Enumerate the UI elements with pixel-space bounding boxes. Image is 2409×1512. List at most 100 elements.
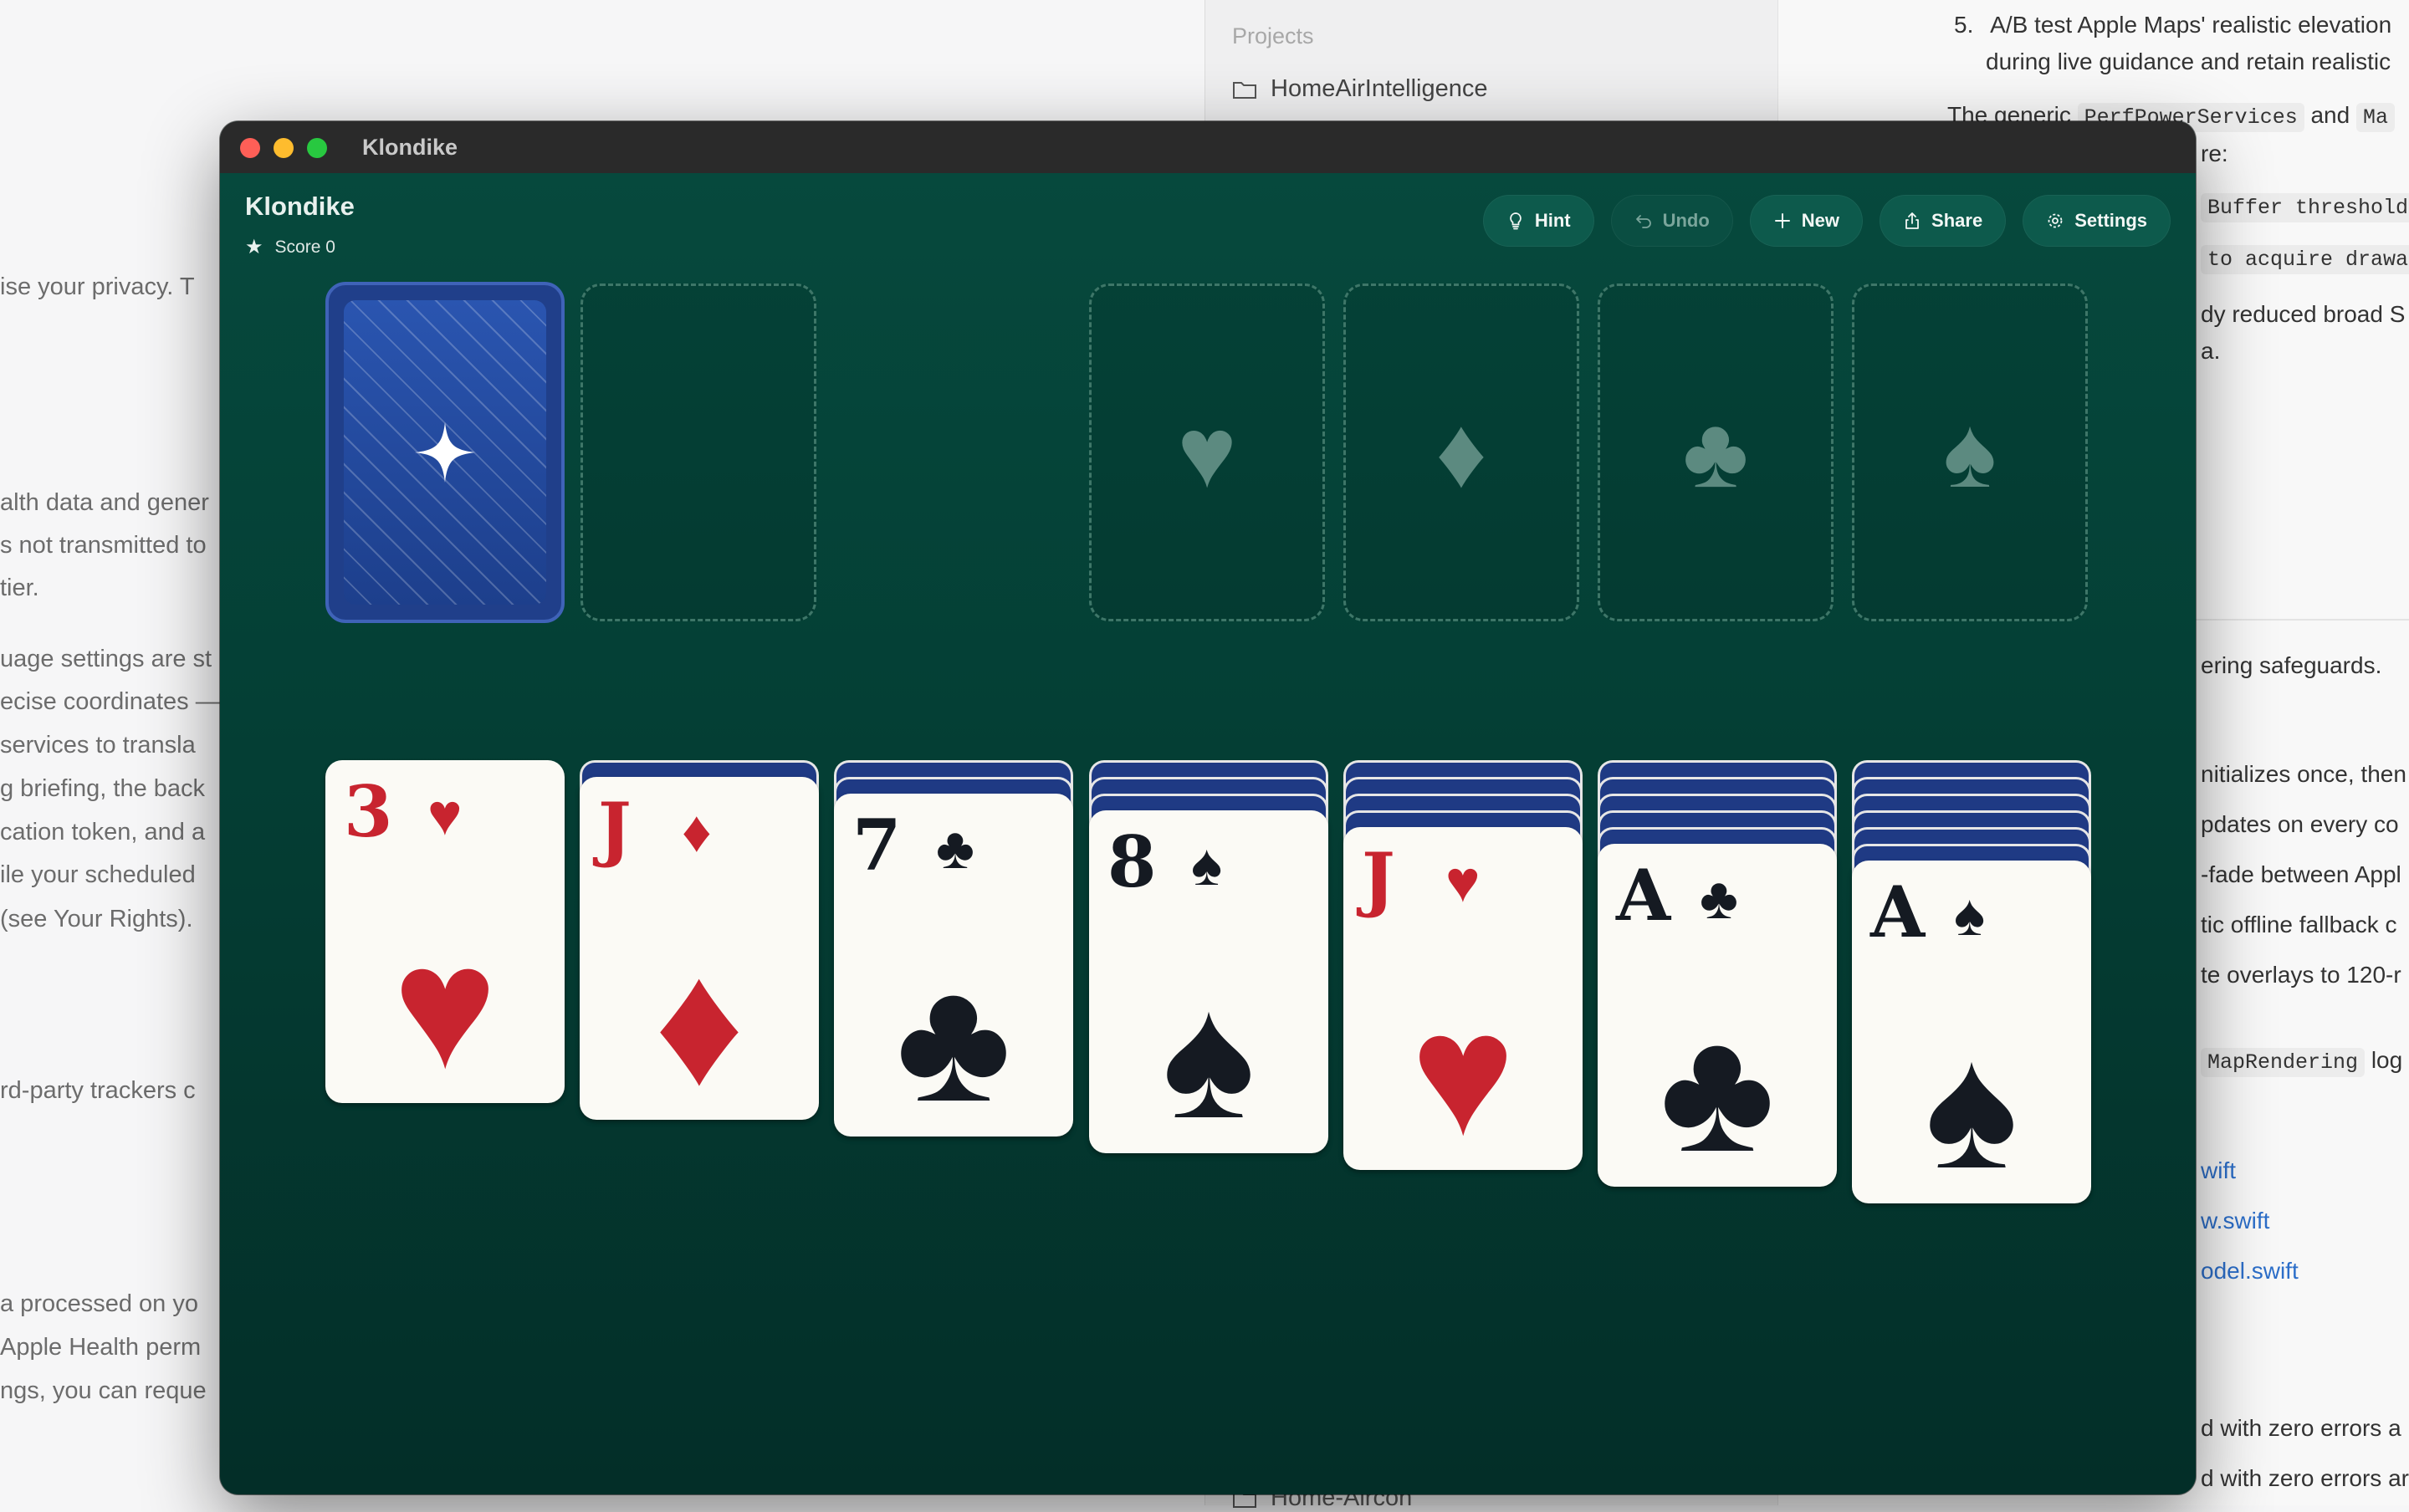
foundation-clubs[interactable]: ♣ [1598,284,1834,621]
undo-button[interactable]: Undo [1610,195,1733,247]
notes-line: a. [2201,338,2221,364]
foundation-hearts[interactable]: ♥ [1089,284,1325,621]
file-link[interactable]: odel.swift [2201,1258,2299,1285]
sparkle-icon [415,422,475,483]
doc-line: (see Your Rights). [0,906,193,932]
undo-label: Undo [1662,210,1710,231]
diamond-icon: ♦ [654,925,744,1121]
notes-line: tic offline fallback c [2201,912,2397,937]
card-rank: A [1616,854,1671,937]
club-icon: ♣ [936,815,974,881]
file-link[interactable]: w.swift [2201,1208,2269,1234]
spade-icon: ♠ [1943,396,1997,508]
gear-icon [2048,213,2063,228]
share-label: Share [1931,210,1983,231]
inline-code: Ma [2355,103,2395,132]
new-label: New [1801,210,1840,231]
stock-pile[interactable] [325,282,565,623]
doc-line: cation token, and a [0,819,206,845]
settings-label: Settings [2074,210,2147,231]
notes-line: Buffer threshold [2201,192,2409,222]
foundation-diamonds[interactable]: ♦ [1343,284,1579,621]
doc-line: ngs, you can reque [0,1377,207,1404]
inline-code: MapRendering [2201,1048,2366,1077]
notes-line: MapRendering log [2201,1047,2403,1077]
inline-code: Buffer threshold [2201,193,2409,222]
new-game-button[interactable]: New [1749,195,1864,247]
doc-line: alth data and gener [0,489,209,516]
notes-line: nitializes once, then [2201,761,2406,787]
diamond-icon: ♦ [682,799,712,864]
club-icon: ♣ [896,942,1011,1138]
share-button[interactable]: Share [1880,195,2007,247]
waste-pile[interactable] [581,284,816,621]
doc-line: g briefing, the back [0,775,206,802]
card-back [344,300,546,605]
doc-line: a processed on yo [0,1290,198,1317]
settings-button[interactable]: Settings [2023,195,2171,247]
notes-text: and [2310,102,2350,128]
undo-icon [1635,215,1651,228]
playing-card[interactable]: 7 ♣ ♣ [834,794,1073,1137]
spade-icon: ♠ [1162,958,1256,1155]
heart-icon: ♥ [1177,396,1237,508]
playing-card[interactable]: 3 ♥ ♥ [325,760,565,1103]
notes-line: d with zero errors ar [2201,1465,2409,1491]
doc-line: Apple Health perm [0,1334,202,1361]
doc-line: ise your privacy. T [0,273,195,300]
folder-icon [1233,81,1256,99]
heart-icon: ♥ [392,908,498,1105]
playing-card[interactable]: A ♠ ♠ [1852,861,2091,1203]
notes-text: log [2371,1047,2403,1073]
playing-card[interactable]: A ♣ ♣ [1598,844,1837,1187]
card-rank: A [1870,871,1926,953]
inline-code: to acquire drawab [2201,245,2409,274]
notes-line: to acquire drawab [2201,244,2409,274]
share-icon [1905,212,1919,229]
notes-line: re: [2201,140,2228,166]
star-icon: ★ [245,236,263,258]
card-rank: 8 [1107,820,1157,903]
sidebar-item-label: HomeAirIntelligence [1271,75,1488,102]
close-window-button[interactable] [240,138,260,158]
diamond-icon: ♦ [1435,396,1487,508]
foundation-spades[interactable]: ♠ [1852,284,2088,621]
notes-line: 5. A/B test Apple Maps' realistic elevat… [1954,12,2391,38]
playing-card[interactable]: J ♦ ♦ [580,777,819,1120]
sidebar-section-label: Projects [1232,23,1314,49]
doc-line: rd-party trackers c [0,1077,196,1104]
doc-line: ile your scheduled [0,861,196,888]
sidebar-item-project[interactable]: HomeAirIntelligence [1232,75,1488,103]
spade-icon: ♠ [1191,832,1223,897]
notes-line: d with zero errors a [2201,1415,2401,1441]
doc-line: s not transmitted to [0,532,207,559]
minimize-window-button[interactable] [274,138,294,158]
heart-icon: ♥ [427,782,463,847]
toolbar: Hint Undo New Share Settings [1482,195,2171,247]
notes-line: during live guidance and retain realisti… [1986,49,2391,74]
klondike-window: Klondike Klondike ★ Score 0 Hint Undo Ne… [220,121,2196,1494]
file-link[interactable]: wift [2201,1157,2236,1184]
title-bar[interactable]: Klondike [220,121,2196,174]
lightbulb-icon [1510,212,1522,230]
club-icon: ♣ [1660,992,1775,1188]
playing-card[interactable]: 8 ♠ ♠ [1089,810,1328,1153]
score-label: Score 0 [274,237,335,257]
hint-label: Hint [1534,210,1571,231]
notes-line: ering safeguards. [2201,652,2382,678]
doc-line: ecise coordinates — [0,688,220,715]
club-icon: ♣ [1682,396,1749,508]
game-table: Klondike ★ Score 0 Hint Undo New Share S… [220,173,2196,1494]
club-icon: ♣ [1700,866,1738,931]
doc-line: tier. [0,575,39,601]
heart-icon: ♥ [1445,849,1481,914]
list-text: A/B test Apple Maps' realistic elevation [1990,12,2392,38]
spade-icon: ♠ [1925,1009,2018,1205]
zoom-window-button[interactable] [307,138,327,158]
card-rank: J [598,787,632,870]
window-title: Klondike [362,135,458,160]
score-display: ★ Score 0 [245,235,335,259]
playing-card[interactable]: J ♥ ♥ [1343,827,1583,1170]
doc-line: uage settings are st [0,646,212,672]
hint-button[interactable]: Hint [1482,195,1594,247]
